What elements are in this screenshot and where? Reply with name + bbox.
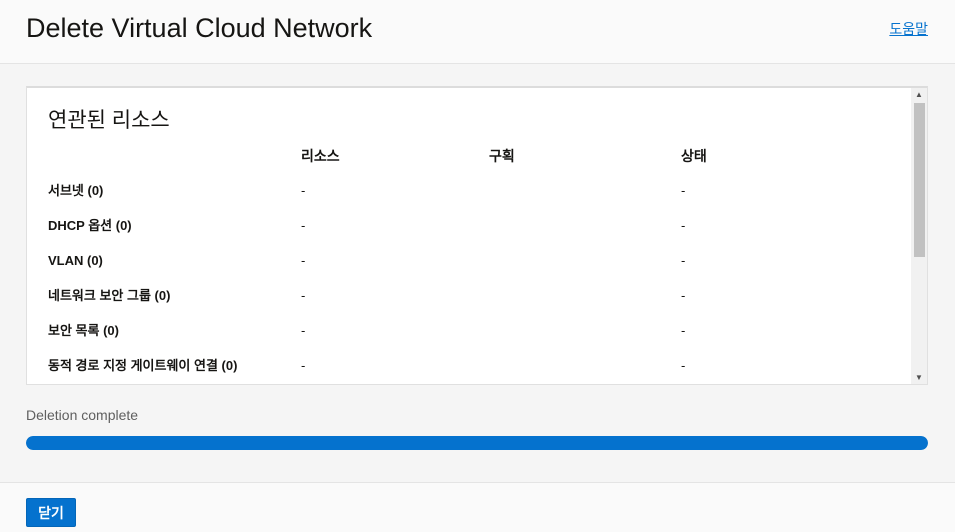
- row-name: 서브넷 (0): [48, 183, 104, 198]
- column-header-compartment: 구획: [489, 148, 515, 164]
- row-status: -: [681, 253, 686, 268]
- row-resource: -: [301, 323, 306, 338]
- table-row: 네트워크 보안 그룹 (0) - -: [48, 286, 908, 321]
- resources-table: 리소스 구획 상태 서브넷 (0) - - DHCP 옵션 (0) - - VL…: [48, 146, 908, 384]
- dialog-header: Delete Virtual Cloud Network 도움말: [0, 0, 955, 64]
- scroll-up-arrow-icon[interactable]: ▲: [911, 88, 927, 102]
- dialog-content: 연관된 리소스 리소스 구획 상태 서브넷 (0) - - DHCP 옵션 (0…: [0, 64, 955, 482]
- associated-resources-panel: 연관된 리소스 리소스 구획 상태 서브넷 (0) - - DHCP 옵션 (0…: [26, 86, 928, 385]
- row-status: -: [681, 323, 686, 338]
- column-header-resource: 리소스: [301, 148, 340, 164]
- progress-bar-fill: [26, 436, 928, 450]
- row-name: 동적 경로 지정 게이트웨이 연결 (0): [48, 358, 238, 373]
- deletion-status-label: Deletion complete: [26, 407, 139, 423]
- vertical-scrollbar[interactable]: ▲ ▼: [911, 88, 927, 384]
- page-title: Delete Virtual Cloud Network: [26, 13, 373, 43]
- row-name: VLAN (0): [48, 253, 103, 268]
- scrollbar-thumb[interactable]: [914, 103, 925, 257]
- column-header-status: 상태: [681, 148, 707, 164]
- row-status: -: [681, 288, 686, 303]
- panel-title: 연관된 리소스: [48, 109, 170, 132]
- deletion-progress-bar: [26, 436, 928, 450]
- scroll-down-arrow-icon[interactable]: ▼: [911, 371, 927, 384]
- row-resource: -: [301, 288, 306, 303]
- table-row: 동적 경로 지정 게이트웨이 연결 (0) - -: [48, 356, 908, 384]
- row-status: -: [681, 358, 686, 373]
- dialog-footer: 닫기: [0, 482, 955, 532]
- row-status: -: [681, 183, 686, 198]
- row-status: -: [681, 218, 686, 233]
- row-resource: -: [301, 358, 306, 373]
- panel-scroll-area[interactable]: 연관된 리소스 리소스 구획 상태 서브넷 (0) - - DHCP 옵션 (0…: [27, 88, 913, 384]
- row-name: DHCP 옵션 (0): [48, 218, 132, 233]
- table-row: 보안 목록 (0) - -: [48, 321, 908, 356]
- help-link[interactable]: 도움말: [889, 19, 928, 39]
- table-row: 서브넷 (0) - -: [48, 181, 908, 216]
- row-name: 보안 목록 (0): [48, 323, 119, 338]
- row-resource: -: [301, 253, 306, 268]
- table-row: VLAN (0) - -: [48, 251, 908, 286]
- row-name: 네트워크 보안 그룹 (0): [48, 288, 171, 303]
- row-resource: -: [301, 183, 306, 198]
- table-row: DHCP 옵션 (0) - -: [48, 216, 908, 251]
- table-header: 리소스 구획 상태: [48, 146, 908, 181]
- row-resource: -: [301, 218, 306, 233]
- close-button[interactable]: 닫기: [26, 498, 76, 527]
